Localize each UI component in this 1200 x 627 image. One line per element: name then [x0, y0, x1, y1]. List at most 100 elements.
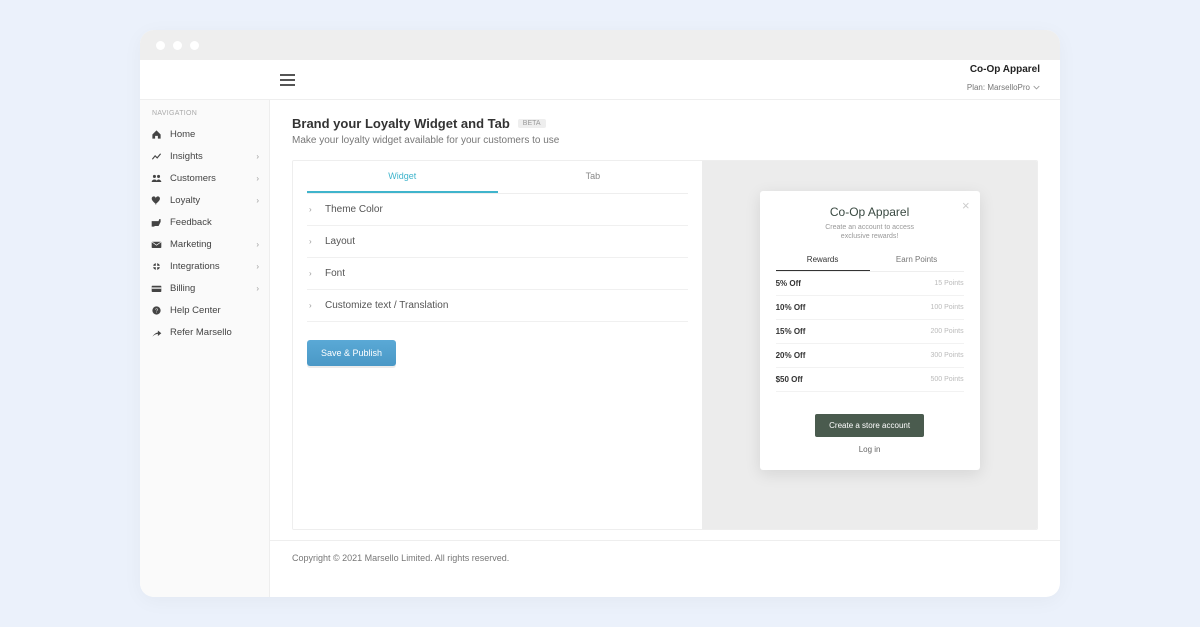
page-subtitle: Make your loyalty widget available for y…: [292, 135, 1038, 146]
chevron-right-icon: ›: [256, 152, 259, 161]
sidebar-item-label: Billing: [170, 283, 248, 294]
accordion-label: Theme Color: [325, 204, 383, 215]
close-icon[interactable]: ×: [962, 199, 970, 212]
loyalty-icon: [150, 194, 162, 206]
sidebar-item-insights[interactable]: Insights ›: [140, 145, 269, 167]
account-plan: Plan: MarselloPro: [967, 83, 1040, 93]
sidebar-nav: NAVIGATION Home Insights ›: [140, 100, 270, 597]
accordion-layout[interactable]: › Layout: [307, 226, 688, 258]
chevron-right-icon: ›: [256, 262, 259, 271]
widget-tab-rewards[interactable]: Rewards: [776, 255, 870, 271]
loyalty-widget-preview: × Co-Op Apparel Create an account to acc…: [760, 191, 980, 470]
account-switcher[interactable]: Co-Op Apparel Plan: MarselloPro: [967, 64, 1040, 95]
editor-tabs: Widget Tab: [307, 161, 688, 194]
chevron-right-icon: ›: [309, 269, 317, 278]
reward-label: 20% Off: [776, 351, 806, 360]
browser-chrome: [140, 30, 1060, 60]
reward-points: 500 Points: [931, 376, 964, 383]
sidebar-item-help-center[interactable]: ? Help Center: [140, 299, 269, 321]
insights-icon: [150, 150, 162, 162]
chevron-right-icon: ›: [256, 174, 259, 183]
editor-panel: Widget Tab › Theme Color › Layout: [293, 161, 702, 529]
chevron-right-icon: ›: [309, 205, 317, 214]
sidebar-item-customers[interactable]: Customers ›: [140, 167, 269, 189]
account-name: Co-Op Apparel: [967, 64, 1040, 76]
window-dot: [190, 41, 199, 50]
reward-points: 15 Points: [934, 280, 963, 287]
svg-text:?: ?: [154, 308, 157, 314]
sidebar-item-integrations[interactable]: Integrations ›: [140, 255, 269, 277]
page-title: Brand your Loyalty Widget and Tab: [292, 116, 510, 131]
widget-tabs: Rewards Earn Points: [776, 255, 964, 272]
footer-copyright: Copyright © 2021 Marsello Limited. All r…: [270, 540, 1060, 575]
login-link[interactable]: Log in: [776, 443, 964, 456]
refer-icon: [150, 326, 162, 338]
accordion-label: Font: [325, 268, 345, 279]
main-content: Brand your Loyalty Widget and Tab BETA M…: [270, 100, 1060, 597]
tab-widget[interactable]: Widget: [307, 161, 498, 193]
sidebar-item-loyalty[interactable]: Loyalty ›: [140, 189, 269, 211]
sidebar-item-label: Marketing: [170, 239, 248, 250]
widget-tab-earn-points[interactable]: Earn Points: [870, 255, 964, 271]
help-icon: ?: [150, 304, 162, 316]
browser-window: Co-Op Apparel Plan: MarselloPro NAVIGATI…: [140, 30, 1060, 597]
create-account-button[interactable]: Create a store account: [815, 414, 924, 437]
reward-row[interactable]: 10% Off 100 Points: [776, 296, 964, 320]
sidebar-item-marketing[interactable]: Marketing ›: [140, 233, 269, 255]
reward-label: 5% Off: [776, 279, 801, 288]
preview-panel: × Co-Op Apparel Create an account to acc…: [702, 161, 1037, 529]
sidebar-item-refer[interactable]: Refer Marsello: [140, 321, 269, 343]
sidebar-item-label: Insights: [170, 151, 248, 162]
beta-badge: BETA: [518, 119, 546, 128]
chevron-right-icon: ›: [256, 240, 259, 249]
window-dot: [156, 41, 165, 50]
app-body: Co-Op Apparel Plan: MarselloPro NAVIGATI…: [140, 60, 1060, 597]
marketing-icon: [150, 238, 162, 250]
reward-row[interactable]: 15% Off 200 Points: [776, 320, 964, 344]
sidebar-item-home[interactable]: Home: [140, 123, 269, 145]
widget-brand-name: Co-Op Apparel: [776, 205, 964, 219]
sidebar-item-label: Customers: [170, 173, 248, 184]
chevron-down-icon: [1033, 84, 1040, 91]
reward-label: 10% Off: [776, 303, 806, 312]
reward-points: 300 Points: [931, 352, 964, 359]
chevron-right-icon: ›: [256, 284, 259, 293]
hamburger-menu-button[interactable]: [280, 74, 295, 86]
billing-icon: [150, 282, 162, 294]
reward-row[interactable]: 20% Off 300 Points: [776, 344, 964, 368]
reward-label: 15% Off: [776, 327, 806, 336]
integrations-icon: [150, 260, 162, 272]
reward-row[interactable]: 5% Off 15 Points: [776, 272, 964, 296]
sidebar-item-feedback[interactable]: Feedback: [140, 211, 269, 233]
save-publish-button[interactable]: Save & Publish: [307, 340, 396, 366]
reward-label: $50 Off: [776, 375, 803, 384]
top-bar: Co-Op Apparel Plan: MarselloPro: [140, 60, 1060, 100]
sidebar-heading: NAVIGATION: [140, 100, 269, 123]
sidebar-item-label: Help Center: [170, 305, 259, 316]
accordion-label: Customize text / Translation: [325, 300, 448, 311]
feedback-icon: [150, 216, 162, 228]
sidebar-item-label: Home: [170, 129, 259, 140]
customers-icon: [150, 172, 162, 184]
accordion-customize-text[interactable]: › Customize text / Translation: [307, 290, 688, 322]
page-title-row: Brand your Loyalty Widget and Tab BETA: [292, 116, 1038, 131]
reward-points: 100 Points: [931, 304, 964, 311]
accordion-theme-color[interactable]: › Theme Color: [307, 194, 688, 226]
reward-points: 200 Points: [931, 328, 964, 335]
app-main: NAVIGATION Home Insights ›: [140, 100, 1060, 597]
accordion-font[interactable]: › Font: [307, 258, 688, 290]
chevron-right-icon: ›: [309, 301, 317, 310]
sidebar-item-label: Feedback: [170, 217, 259, 228]
reward-row[interactable]: $50 Off 500 Points: [776, 368, 964, 392]
widget-subtitle: Create an account to access exclusive re…: [776, 223, 964, 241]
sidebar-item-label: Integrations: [170, 261, 248, 272]
accordion-label: Layout: [325, 236, 355, 247]
tab-tab[interactable]: Tab: [498, 161, 689, 193]
home-icon: [150, 128, 162, 140]
sidebar-item-label: Refer Marsello: [170, 327, 259, 338]
editor-preview-split: Widget Tab › Theme Color › Layout: [292, 160, 1038, 530]
window-dot: [173, 41, 182, 50]
sidebar-item-label: Loyalty: [170, 195, 248, 206]
sidebar-item-billing[interactable]: Billing ›: [140, 277, 269, 299]
chevron-right-icon: ›: [256, 196, 259, 205]
